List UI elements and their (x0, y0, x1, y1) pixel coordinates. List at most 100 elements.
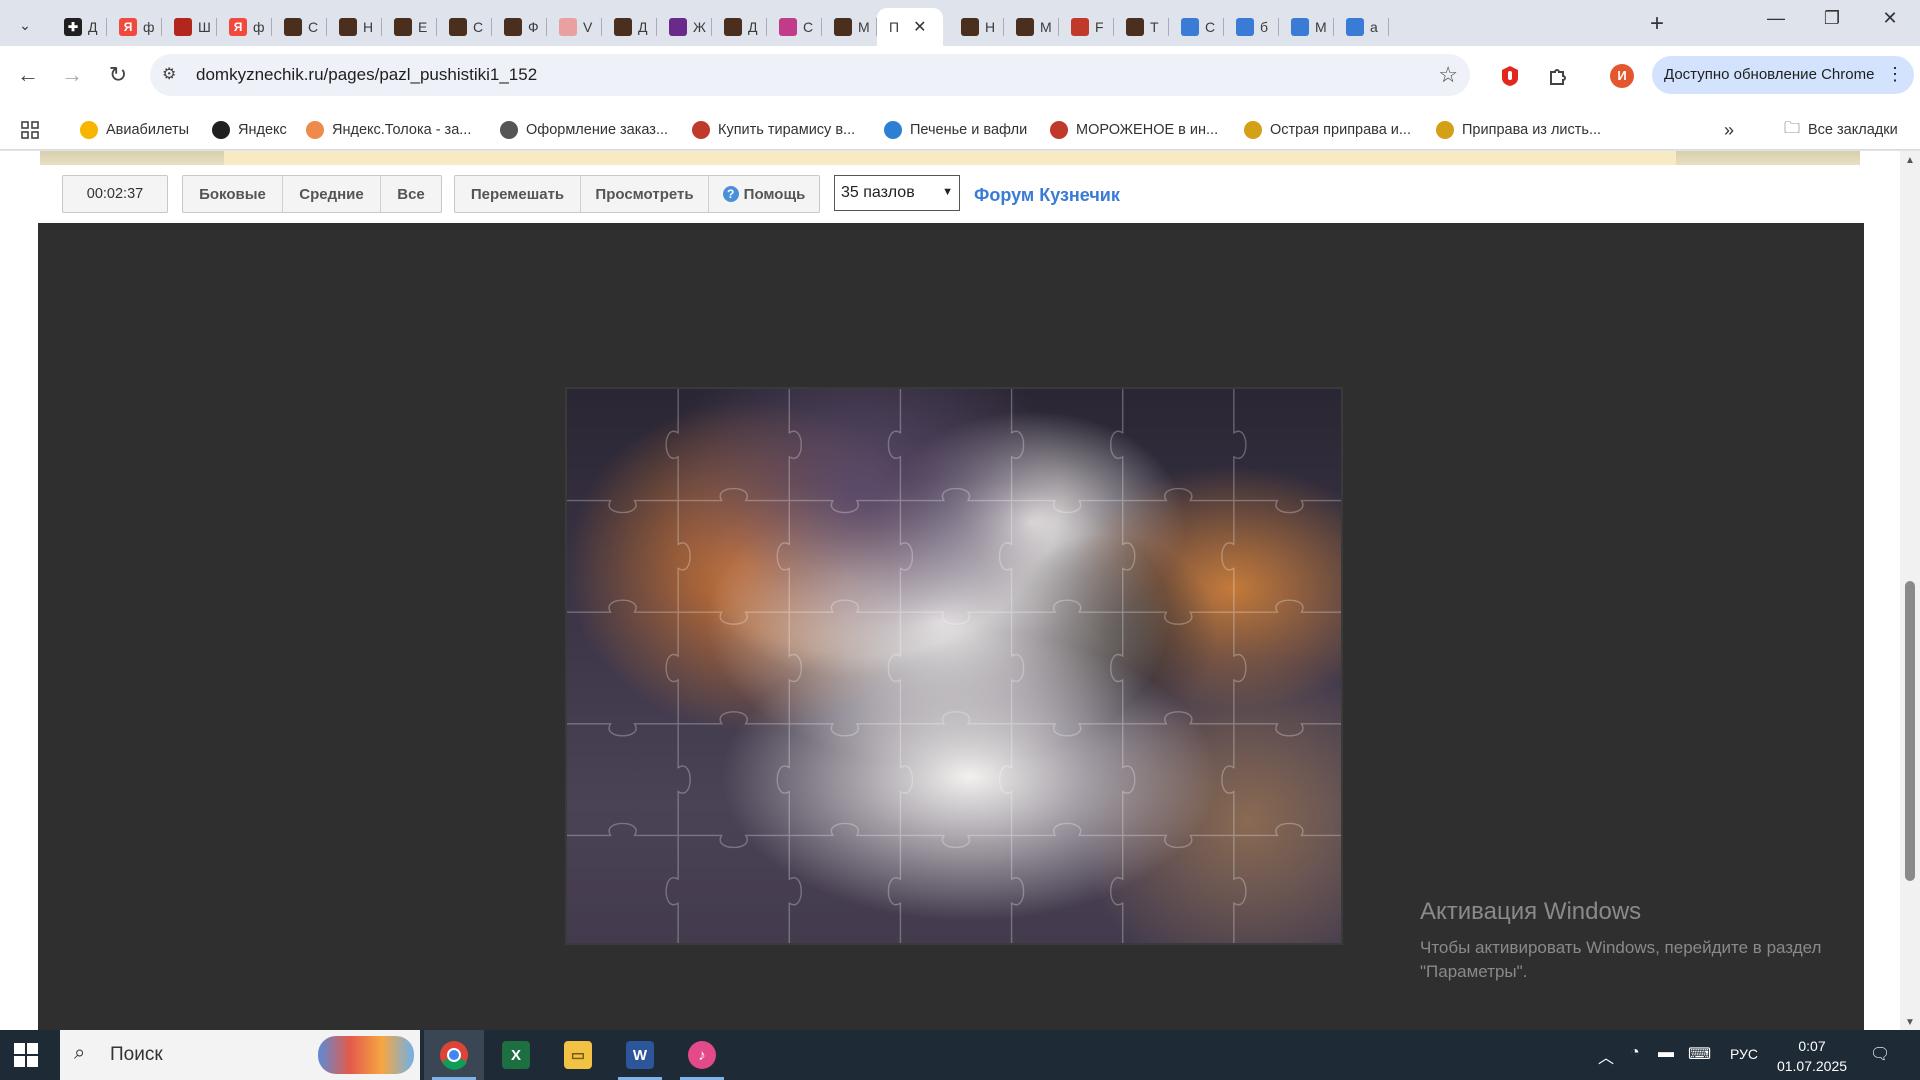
scroll-down-icon[interactable]: ▼ (1905, 1017, 1915, 1028)
browser-tab[interactable]: С (437, 8, 492, 46)
bookmark-item[interactable]: Печенье и вафли (884, 118, 1027, 142)
browser-tab[interactable]: Т (1114, 8, 1169, 46)
file-explorer-taskbar-icon[interactable]: ▭ (548, 1030, 608, 1080)
browser-tab[interactable]: F (1059, 8, 1114, 46)
apps-grid-icon[interactable] (20, 118, 40, 142)
browser-tab[interactable]: Ш (162, 8, 217, 46)
preview-button[interactable]: Просмотреть (581, 176, 709, 212)
browser-tab[interactable]: Яф (107, 8, 162, 46)
window-close-icon[interactable]: ✕ (1870, 8, 1910, 29)
url-text[interactable]: domkyznechik.ru/pages/pazl_pushistiki1_1… (196, 65, 537, 85)
bookmark-item[interactable]: Яндекс (212, 118, 287, 142)
browser-tab[interactable]: Е (382, 8, 437, 46)
more-bookmarks-chevron-icon[interactable]: » (1724, 118, 1734, 142)
browser-tab[interactable]: С (767, 8, 822, 46)
tray-chevron-up-icon[interactable]: ︿ (1598, 1044, 1614, 1068)
bookmark-star-icon[interactable]: ☆ (1438, 62, 1458, 88)
page-scrollbar[interactable]: ▲ ▼ (1900, 151, 1920, 1030)
browser-tab[interactable]: ✚ Д (52, 8, 107, 46)
bookmark-label: Купить тирамису в... (718, 122, 856, 138)
bookmark-item[interactable]: МОРОЖЕНОЕ в ин... (1050, 118, 1218, 142)
bookmark-item[interactable]: Яндекс.Толока - за... (306, 118, 471, 142)
browser-tab[interactable]: Н (949, 8, 1004, 46)
tab-title: М (1315, 19, 1327, 35)
bookmark-item[interactable]: Оформление заказ... (500, 118, 668, 142)
all-bookmarks-folder[interactable]: 🗀 Все закладки (1784, 118, 1898, 142)
keyboard-icon[interactable]: ⌨ (1688, 1044, 1711, 1064)
windows-start-icon[interactable] (14, 1043, 38, 1067)
bookmark-item[interactable]: Острая приправа и... (1244, 118, 1411, 142)
bookmark-item[interactable]: Приправа из листь... (1436, 118, 1601, 142)
clock-date: 01.07.2025 (1776, 1058, 1848, 1074)
forum-link[interactable]: Форум Кузнечик (974, 185, 1120, 206)
help-icon: ? (722, 186, 739, 202)
extensions-puzzle-icon[interactable] (1546, 64, 1570, 88)
edge-pieces-button[interactable]: Боковые (183, 176, 283, 212)
scrollbar-thumb[interactable] (1905, 581, 1915, 881)
excel-taskbar-icon[interactable]: X (486, 1030, 546, 1080)
scroll-up-icon[interactable]: ▲ (1905, 155, 1915, 166)
profile-avatar[interactable]: И (1610, 64, 1634, 88)
chrome-taskbar-icon[interactable] (424, 1030, 484, 1080)
adblock-extension-icon[interactable] (1498, 64, 1522, 88)
dropdown-arrow-icon: ▼ (942, 186, 953, 198)
taskbar-search[interactable]: ⌕ Поиск (60, 1030, 420, 1080)
kebab-menu-icon[interactable]: ⋮ (1886, 64, 1904, 85)
browser-toolbar: ← → ↻ ⚙ domkyznechik.ru/pages/pazl_pushi… (0, 46, 1920, 110)
browser-tab[interactable]: Яф (217, 8, 272, 46)
browser-tab[interactable]: Д (712, 8, 767, 46)
browser-tab[interactable]: Д (602, 8, 657, 46)
network-icon[interactable]: ◔ (1630, 1044, 1640, 1062)
browser-tab[interactable]: Н (327, 8, 382, 46)
new-tab-plus-icon[interactable]: + (1650, 10, 1664, 38)
minimize-icon[interactable]: — (1756, 8, 1796, 29)
word-taskbar-icon[interactable]: W (610, 1030, 670, 1080)
bookmark-item[interactable]: Авиабилеты (80, 118, 189, 142)
puzzle-actions-group: Перемешать Просмотреть ? Помощь (454, 175, 820, 213)
battery-icon[interactable]: ▬ (1658, 1044, 1674, 1062)
activation-line-2: "Параметры". (1420, 962, 1528, 981)
middle-pieces-button[interactable]: Средние (283, 176, 381, 212)
itunes-taskbar-icon[interactable]: ♪ (672, 1030, 732, 1080)
bookmark-item[interactable]: Купить тирамису в... (692, 118, 855, 142)
assembled-puzzle-image[interactable] (565, 387, 1343, 945)
address-bar[interactable]: ⚙ domkyznechik.ru/pages/pazl_pushistiki1… (150, 54, 1470, 96)
tab-favicon-icon (504, 18, 522, 36)
browser-tab[interactable]: М (1004, 8, 1059, 46)
bookmark-label: Острая приправа и... (1270, 122, 1411, 138)
tab-favicon-icon: Я (119, 18, 137, 36)
browser-tab[interactable]: М (1279, 8, 1334, 46)
browser-tab[interactable]: С (1169, 8, 1224, 46)
back-arrow-icon[interactable]: ← (12, 62, 44, 88)
tab-close-icon[interactable]: ✕ (913, 17, 926, 37)
browser-tab[interactable]: С (272, 8, 327, 46)
notifications-icon[interactable]: 🗨 (1870, 1044, 1890, 1064)
browser-tab[interactable]: Ж (657, 8, 712, 46)
tab-strip: ⌄ ✚ Д Яф Ш Яф С Н Е С Ф V Д Ж Д С М П ✕ Н М F Т Сб Ма + — ❐ ✕ (0, 0, 1920, 46)
chrome-update-button[interactable]: Доступно обновление Chrome ⋮ (1652, 56, 1914, 94)
shuffle-button[interactable]: Перемешать (455, 176, 581, 212)
browser-tab[interactable]: а (1334, 8, 1389, 46)
search-highlight-image (318, 1036, 414, 1074)
browser-tab[interactable]: V (547, 8, 602, 46)
piece-count-select[interactable]: 35 пазлов ▼ (834, 175, 960, 211)
browser-tab[interactable]: Ф (492, 8, 547, 46)
all-pieces-button[interactable]: Все (381, 176, 441, 212)
forward-arrow-icon[interactable]: → (56, 62, 88, 88)
tab-favicon-icon: ✚ (64, 18, 82, 36)
tab-title: С (1205, 19, 1216, 35)
tab-search-chevron-icon[interactable]: ⌄ (10, 12, 40, 38)
site-settings-icon[interactable]: ⚙ (162, 64, 176, 84)
bookmarks-bar: Авиабилеты Яндекс Яндекс.Толока - за... Офо… (0, 110, 1920, 150)
help-button[interactable]: ? Помощь (709, 176, 819, 212)
restore-icon[interactable]: ❐ (1812, 8, 1852, 29)
reload-icon[interactable]: ↻ (102, 62, 134, 88)
language-indicator[interactable]: РУС (1730, 1046, 1758, 1062)
browser-tab[interactable]: М (822, 8, 877, 46)
browser-tab[interactable]: б (1224, 8, 1279, 46)
tab-favicon-icon (779, 18, 797, 36)
bookmark-favicon-icon (884, 121, 902, 139)
tab-favicon-icon (1236, 18, 1254, 36)
taskbar-clock[interactable]: 0:07 01.07.2025 (1772, 1036, 1852, 1076)
browser-tab[interactable]: П ✕ (877, 8, 943, 46)
